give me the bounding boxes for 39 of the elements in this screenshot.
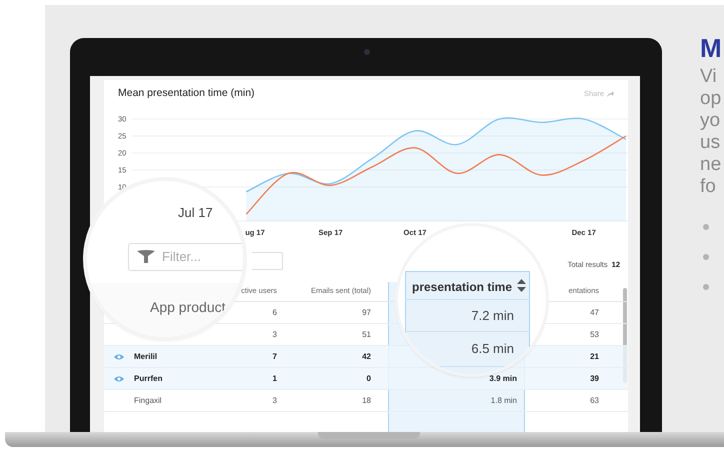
table-cell: 39 bbox=[590, 372, 599, 384]
eye-icon[interactable] bbox=[114, 354, 124, 360]
camera-icon bbox=[364, 49, 370, 55]
description-paragraph: Vi op yo us ne fo bbox=[700, 66, 722, 198]
filter-placeholder: Filter... bbox=[162, 248, 202, 266]
table-cell: 63 bbox=[590, 394, 599, 406]
chart-title: Mean presentation time (min) bbox=[118, 86, 255, 102]
table-cell: 18 bbox=[362, 394, 371, 406]
table-cell: 97 bbox=[362, 306, 371, 318]
table-cell: 3 bbox=[272, 328, 277, 340]
column-header[interactable]: presentation time bbox=[412, 278, 512, 296]
bullet-icon bbox=[703, 224, 709, 230]
table-cell: 1 bbox=[272, 372, 277, 384]
table-cell: Merilil bbox=[134, 350, 158, 362]
table-cell: Purrfen bbox=[134, 372, 162, 384]
column-header[interactable]: App product bbox=[150, 297, 226, 318]
table-cell: 51 bbox=[362, 328, 371, 340]
eye-icon[interactable] bbox=[114, 376, 124, 382]
table-cell: 53 bbox=[590, 328, 599, 340]
funnel-icon bbox=[137, 250, 155, 264]
table-cell-text: 6.5 min bbox=[471, 340, 514, 358]
table-cell: 0 bbox=[366, 372, 371, 384]
table-cell: 42 bbox=[362, 350, 371, 362]
section-heading: M bbox=[700, 33, 723, 63]
filter-field[interactable] bbox=[252, 252, 283, 270]
table-cell: 6 bbox=[272, 306, 277, 318]
table-cell: 7 bbox=[272, 350, 277, 362]
table-cell: 47 bbox=[590, 306, 599, 318]
axis-label: Jul 17 bbox=[178, 204, 213, 222]
share-arrow-icon bbox=[607, 91, 614, 97]
table-cell-text: 7.2 min bbox=[471, 307, 514, 325]
bullet-icon bbox=[703, 254, 709, 260]
table-cell: 3.9 min bbox=[489, 372, 517, 384]
table-cell: 1.8 min bbox=[490, 394, 517, 406]
table-cell: Fingaxil bbox=[134, 394, 162, 406]
table-cell: 3 bbox=[272, 394, 277, 406]
sort-icon[interactable] bbox=[517, 279, 526, 292]
bullet-icon bbox=[703, 284, 709, 290]
table-cell: 21 bbox=[590, 350, 599, 362]
